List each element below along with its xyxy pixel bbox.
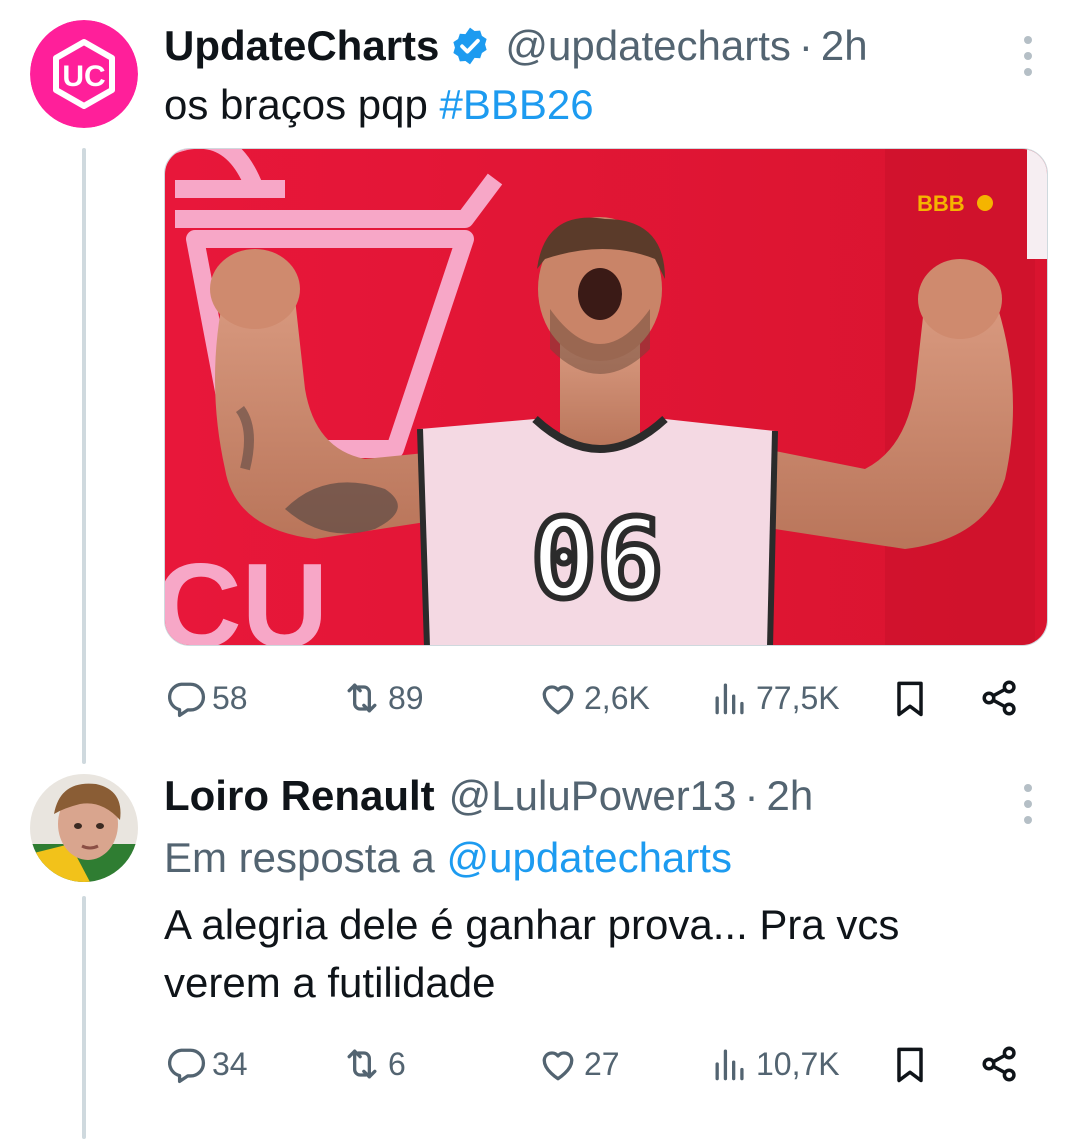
reply-icon (167, 1048, 206, 1084)
like-button[interactable]: 27 (536, 1042, 620, 1086)
media-photo: CU 06 BBB (165, 149, 1047, 646)
timestamp[interactable]: 2h (821, 20, 868, 72)
retweet-icon (347, 683, 377, 713)
reply-button[interactable]: 58 (164, 676, 248, 720)
avatar[interactable]: UC (30, 20, 138, 128)
tweet-text: os braços pqp #BBB26 (164, 76, 594, 134)
tweet[interactable]: Loiro Renault @LuluPower13 · 2h Em respo… (0, 760, 1080, 1139)
display-name[interactable]: Loiro Renault (164, 770, 435, 822)
tweet-text: A alegria dele é ganhar prova... Pra vcs… (164, 896, 899, 1012)
hashtag-link[interactable]: #BBB26 (440, 81, 594, 128)
tweet-actions: 34 6 27 10,7K (164, 1042, 1044, 1092)
tweet-header: UpdateCharts @updatecharts · 2h (164, 20, 868, 72)
updatecharts-logo-icon: UC (30, 20, 138, 128)
tweet[interactable]: UC UpdateCharts @updatecharts · 2h os br… (0, 0, 1080, 760)
verified-badge-icon (453, 27, 488, 65)
views-button[interactable]: 77,5K (708, 676, 840, 720)
retweet-icon (347, 1049, 377, 1079)
views-count: 10,7K (756, 1045, 840, 1082)
tweet-header: Loiro Renault @LuluPower13 · 2h (164, 770, 813, 822)
like-count: 2,6K (584, 679, 650, 716)
reply-context: Em resposta a @updatecharts (164, 832, 732, 884)
separator-dot: · (744, 772, 759, 819)
share-button[interactable] (978, 1042, 1022, 1086)
avatar[interactable] (30, 774, 138, 882)
display-name[interactable]: UpdateCharts (164, 20, 439, 72)
views-icon (715, 683, 744, 715)
separator-dot: · (798, 22, 813, 69)
reply-mention-link[interactable]: @updatecharts (446, 834, 731, 881)
bookmark-button[interactable] (888, 676, 932, 720)
reply-count: 58 (212, 679, 248, 716)
tweet-media-image[interactable]: CU 06 BBB (164, 148, 1048, 646)
user-handle[interactable]: @LuluPower13 (449, 770, 737, 822)
views-count: 77,5K (756, 679, 840, 716)
bookmark-icon (897, 681, 923, 717)
retweet-button[interactable]: 6 (340, 1042, 406, 1086)
reply-icon (167, 682, 206, 718)
reply-button[interactable]: 34 (164, 1042, 248, 1086)
reply-prefix: Em resposta a (164, 834, 435, 881)
views-icon (715, 1049, 744, 1081)
user-handle[interactable]: @updatecharts (505, 20, 790, 72)
share-icon (982, 1046, 1016, 1082)
tweet-actions: 58 89 2,6K 77,5K (164, 676, 1044, 726)
tweet-body: os braços pqp (164, 81, 440, 128)
more-icon[interactable] (1022, 784, 1034, 824)
tweet-body-line: A alegria dele é ganhar prova... Pra vcs (164, 901, 900, 948)
jersey-number: 06 (531, 495, 663, 623)
more-icon[interactable] (1022, 36, 1034, 76)
like-count: 27 (584, 1045, 620, 1082)
retweet-button[interactable]: 89 (340, 676, 424, 720)
avatar-logo-text: UC (62, 60, 105, 93)
like-button[interactable]: 2,6K (536, 676, 650, 720)
reply-count: 34 (212, 1045, 248, 1082)
bbb-watermark: BBB (917, 191, 965, 216)
retweet-count: 6 (388, 1045, 406, 1082)
like-icon (542, 685, 574, 715)
background-letters: CU (165, 539, 328, 646)
like-icon (542, 1051, 574, 1081)
retweet-count: 89 (388, 679, 424, 716)
share-button[interactable] (978, 676, 1022, 720)
bookmark-button[interactable] (888, 1042, 932, 1086)
views-button[interactable]: 10,7K (708, 1042, 840, 1086)
bookmark-icon (897, 1047, 923, 1083)
share-icon (982, 680, 1016, 716)
tweet-body-line: verem a futilidade (164, 959, 496, 1006)
user-avatar-photo (30, 774, 138, 882)
timestamp[interactable]: 2h (766, 770, 813, 822)
